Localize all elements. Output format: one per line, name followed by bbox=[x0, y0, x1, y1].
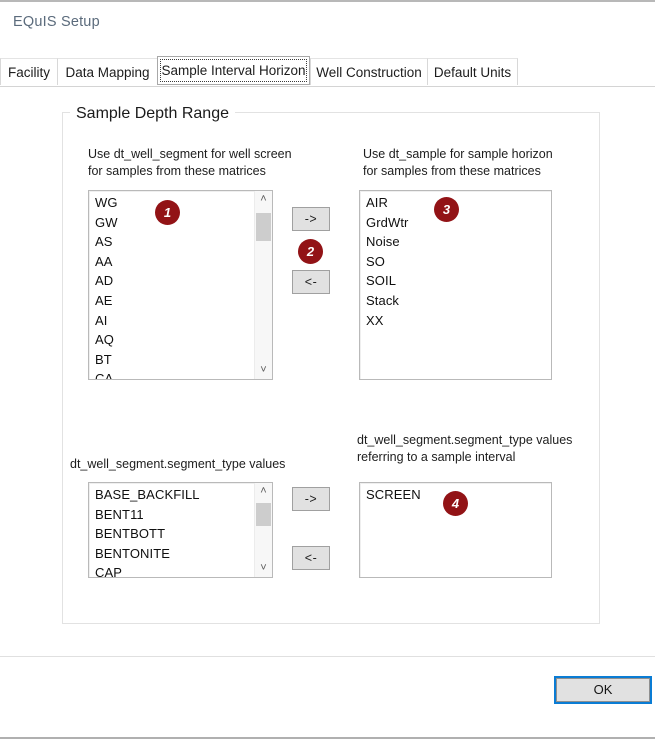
sample-horizon-label-line2: for samples from these matrices bbox=[363, 164, 541, 178]
annotation-badge-3: 3 bbox=[434, 197, 459, 222]
segment-types-scrollbar[interactable]: ˄ ˅ bbox=[254, 483, 272, 577]
scrollbar-up-button[interactable]: ˄ bbox=[255, 191, 272, 208]
list-item[interactable]: CAP bbox=[95, 563, 254, 577]
tab-data-mapping[interactable]: Data Mapping bbox=[57, 58, 158, 85]
sample-interval-segments-label-line1: dt_well_segment.segment_type values bbox=[357, 433, 573, 447]
scrollbar-thumb[interactable] bbox=[256, 213, 271, 241]
segment-types-label-line1: dt_well_segment.segment_type values bbox=[70, 457, 286, 471]
sample-interval-segments-label-line2: referring to a sample interval bbox=[357, 450, 516, 464]
list-item[interactable]: BENT11 bbox=[95, 505, 254, 525]
tab-well-construction-label: Well Construction bbox=[316, 65, 422, 80]
tab-facility[interactable]: Facility bbox=[0, 58, 58, 85]
list-item[interactable]: AQ bbox=[95, 330, 254, 350]
move-right-button-bottom[interactable]: -> bbox=[292, 487, 330, 511]
tab-data-mapping-label: Data Mapping bbox=[65, 65, 150, 80]
tab-facility-label: Facility bbox=[7, 65, 50, 80]
move-left-button-bottom[interactable]: <- bbox=[292, 546, 330, 570]
list-item[interactable]: AA bbox=[95, 252, 254, 272]
list-item[interactable]: CA bbox=[95, 369, 254, 379]
equis-setup-window: EQuIS Setup Facility Data Mapping Sample… bbox=[0, 0, 655, 739]
list-item[interactable]: AE bbox=[95, 291, 254, 311]
move-right-button-top[interactable]: -> bbox=[292, 207, 330, 231]
scrollbar-down-button[interactable]: ˅ bbox=[255, 560, 272, 577]
tab-sample-interval-horizon[interactable]: Sample Interval Horizon bbox=[157, 56, 310, 85]
list-item[interactable]: GrdWtr bbox=[366, 213, 551, 233]
list-item[interactable]: SOIL bbox=[366, 271, 551, 291]
well-screen-scrollbar[interactable]: ˄ ˅ bbox=[254, 191, 272, 379]
tab-strip: Facility Data Mapping Sample Interval Ho… bbox=[0, 56, 655, 87]
segment-types-items: BASE_BACKFILL BENT11 BENTBOTT BENTONITE … bbox=[89, 485, 254, 577]
move-left-button-top[interactable]: <- bbox=[292, 270, 330, 294]
footer-separator bbox=[0, 656, 655, 657]
tab-default-units[interactable]: Default Units bbox=[427, 58, 518, 85]
window-title: EQuIS Setup bbox=[13, 14, 100, 30]
well-screen-label-line1: Use dt_well_segment for well screen bbox=[88, 147, 292, 161]
list-item[interactable]: BT bbox=[95, 350, 254, 370]
scrollbar-thumb[interactable] bbox=[256, 503, 271, 526]
list-item[interactable]: Noise bbox=[366, 232, 551, 252]
chevron-up-icon: ˄ bbox=[260, 485, 267, 497]
scrollbar-up-button[interactable]: ˄ bbox=[255, 483, 272, 500]
chevron-down-icon: ˅ bbox=[260, 364, 267, 376]
ok-button[interactable]: OK bbox=[554, 676, 652, 704]
annotation-badge-1: 1 bbox=[155, 200, 180, 225]
tab-well-construction[interactable]: Well Construction bbox=[310, 58, 428, 85]
list-item[interactable]: AI bbox=[95, 311, 254, 331]
tab-strip-baseline bbox=[0, 86, 655, 87]
window-titlebar: EQuIS Setup bbox=[0, 2, 655, 46]
list-item[interactable]: BENTBOTT bbox=[95, 524, 254, 544]
annotation-badge-2: 2 bbox=[298, 239, 323, 264]
tab-default-units-label: Default Units bbox=[433, 65, 512, 80]
well-screen-label-line2: for samples from these matrices bbox=[88, 164, 266, 178]
sample-horizon-label-line1: Use dt_sample for sample horizon bbox=[363, 147, 553, 161]
chevron-up-icon: ˄ bbox=[260, 193, 267, 205]
list-item[interactable]: XX bbox=[366, 311, 551, 331]
list-item[interactable]: AS bbox=[95, 232, 254, 252]
annotation-badge-4: 4 bbox=[443, 491, 468, 516]
list-item[interactable]: BENTONITE bbox=[95, 544, 254, 564]
sample-depth-range-title: Sample Depth Range bbox=[70, 105, 235, 123]
segment-types-listbox[interactable]: BASE_BACKFILL BENT11 BENTBOTT BENTONITE … bbox=[88, 482, 273, 578]
scrollbar-down-button[interactable]: ˅ bbox=[255, 362, 272, 379]
chevron-down-icon: ˅ bbox=[260, 562, 267, 574]
list-item[interactable]: AD bbox=[95, 271, 254, 291]
sample-horizon-matrices-listbox[interactable]: AIR GrdWtr Noise SO SOIL Stack XX bbox=[359, 190, 552, 380]
tab-sample-interval-horizon-label: Sample Interval Horizon bbox=[161, 63, 306, 78]
well-screen-matrices-listbox[interactable]: WG GW AS AA AD AE AI AQ BT CA ˄ ˅ bbox=[88, 190, 273, 380]
list-item[interactable]: BASE_BACKFILL bbox=[95, 485, 254, 505]
list-item[interactable]: Stack bbox=[366, 291, 551, 311]
list-item[interactable]: SO bbox=[366, 252, 551, 272]
